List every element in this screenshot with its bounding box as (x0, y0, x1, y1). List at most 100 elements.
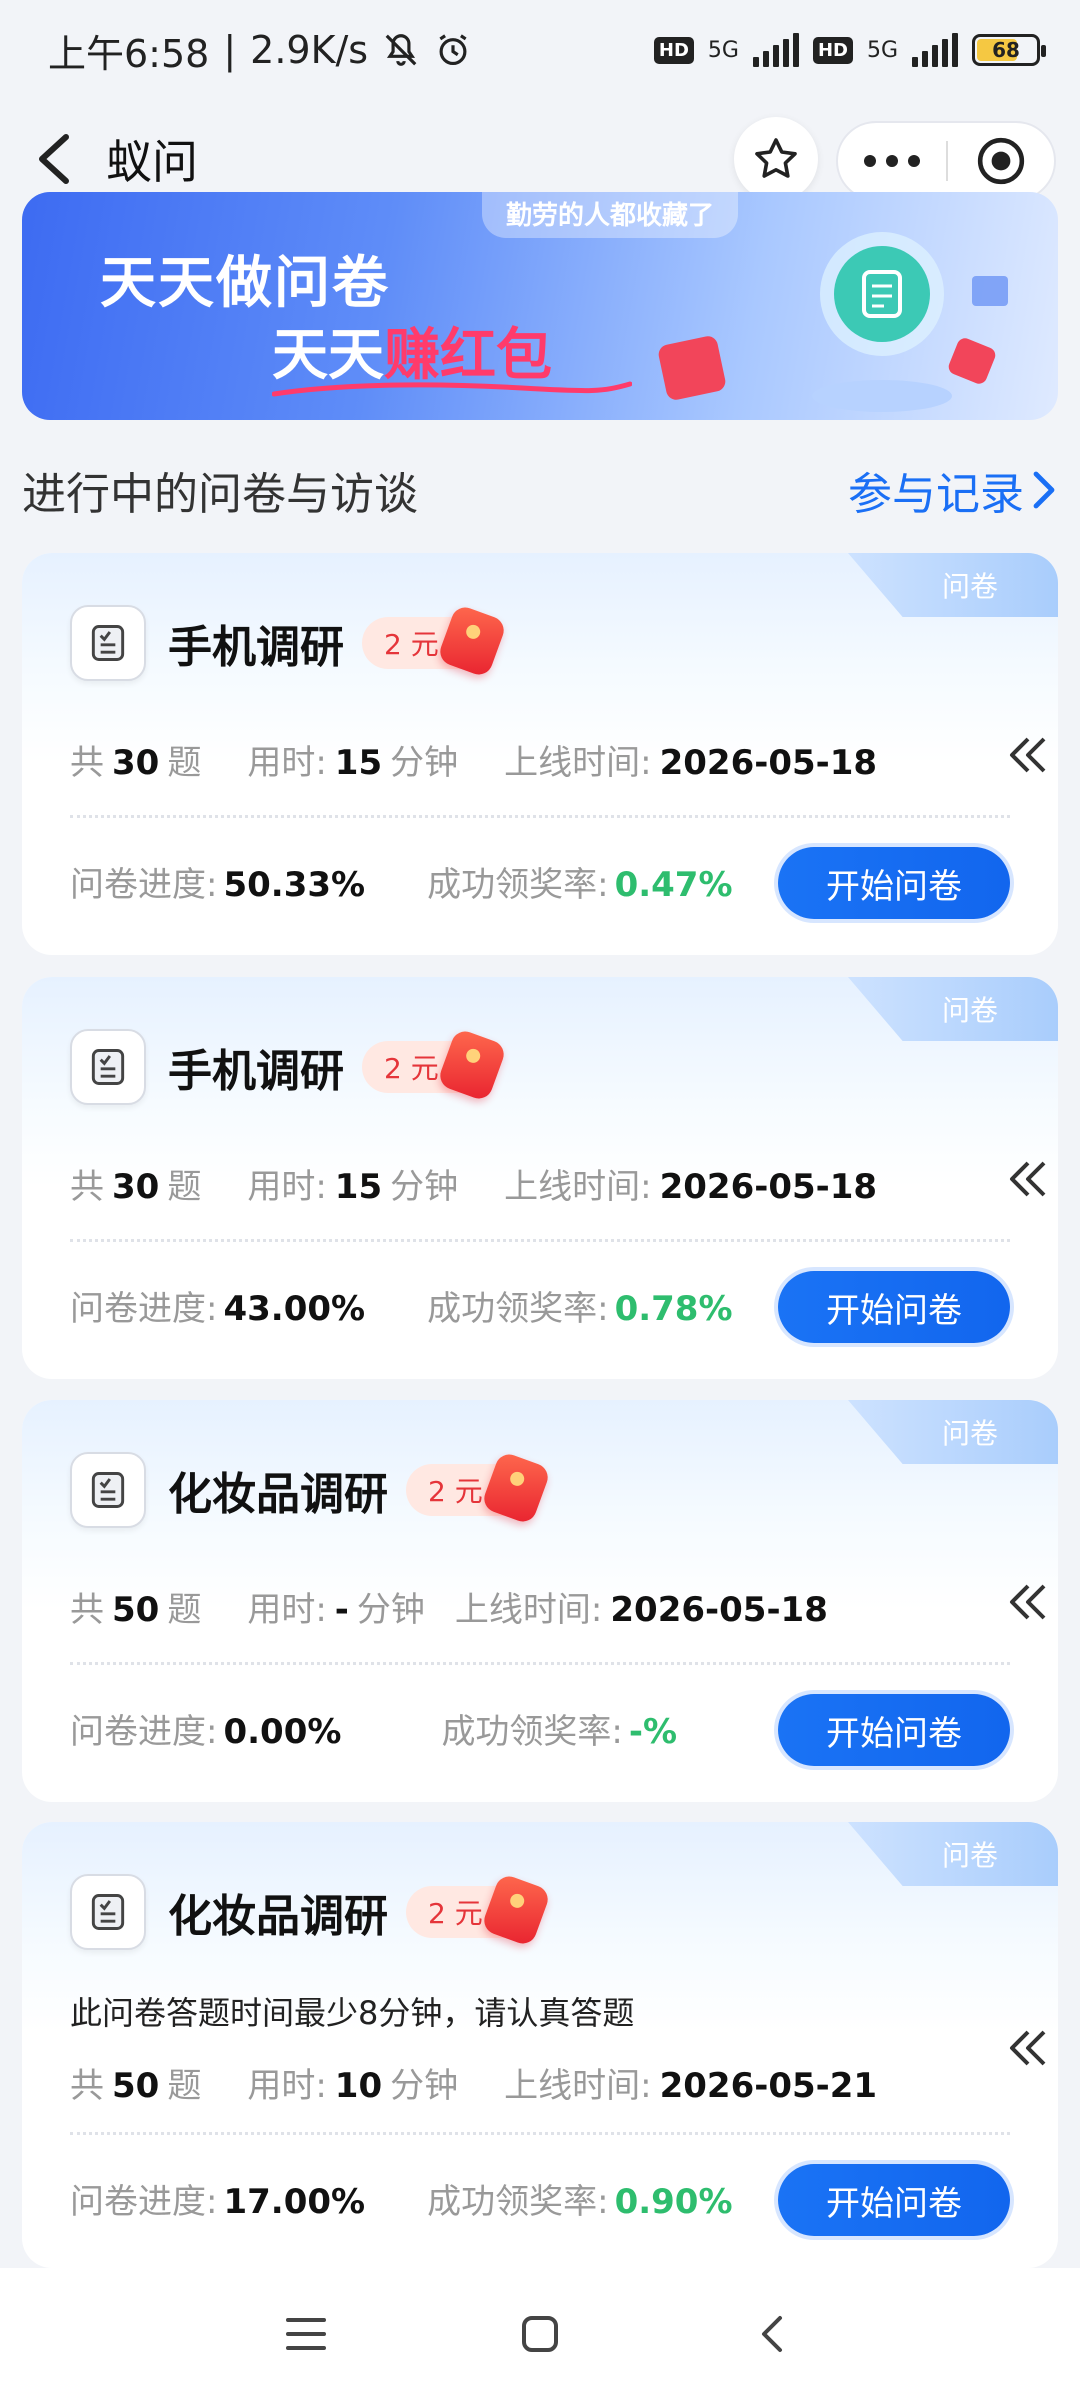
hd-badge-1: HD (653, 36, 694, 64)
status-bar: 上午6:58 | 2.9K/s HD 5G HD 5G 68 (0, 0, 1080, 100)
survey-card[interactable]: 问卷 手机调研 2 元 共 30 题 用时: 15 分钟 上线时间: 2026-05-18… (22, 553, 1058, 955)
favorite-button[interactable] (734, 117, 818, 201)
card-divider (70, 815, 1010, 818)
survey-meta: 共 50 题 用时: - 分钟 上线时间: 2026-05-18 (70, 1582, 836, 1631)
total-suffix: 题 (167, 743, 202, 783)
banner-headline: 天天做问卷 (100, 251, 390, 316)
more-button[interactable] (838, 155, 946, 167)
survey-note: 此问卷答题时间最少8分钟，请认真答题 (70, 1994, 635, 2032)
survey-card[interactable]: 问卷 化妆品调研 2 元 此问卷答题时间最少8分钟，请认真答题 共 50 题 用时:… (22, 1822, 1058, 2268)
survey-doc-icon (70, 605, 146, 681)
progress-prefix: 问卷进度: (70, 1712, 218, 1752)
online-prefix: 上线时间: (504, 743, 652, 783)
question-count: 30 (112, 743, 160, 783)
start-survey-button[interactable]: 开始问卷 (778, 2164, 1010, 2236)
menu-icon[interactable] (284, 2312, 328, 2356)
status-time: 上午6:58 (48, 31, 210, 76)
signal-icon-1 (752, 33, 799, 67)
double-chevron-left-icon[interactable] (1006, 733, 1050, 777)
status-right: HD 5G HD 5G 68 (653, 33, 1046, 67)
section-title: 进行中的问卷与访谈 (22, 469, 418, 520)
survey-stats: 问卷进度: 0.00% 成功领奖率: -% (70, 1704, 677, 1753)
banner-line2-highlight: 赚红包 (384, 323, 552, 388)
reward-badge: 2 元 (362, 1027, 508, 1103)
total-prefix: 共 (70, 743, 104, 783)
back-triangle-icon[interactable] (752, 2312, 796, 2356)
survey-doc-icon (70, 1029, 146, 1105)
progress-value: 17.00% (223, 2182, 366, 2222)
banner-underline (272, 381, 632, 397)
survey-title: 化妆品调研 (168, 1891, 388, 1942)
participation-records-link[interactable]: 参与记录 (848, 458, 1058, 522)
rate-value: 0.90% (614, 2182, 733, 2222)
survey-meta: 共 30 题 用时: 15 分钟 上线时间: 2026-05-18 (70, 735, 885, 784)
start-survey-button[interactable]: 开始问卷 (778, 1694, 1010, 1766)
survey-title: 手机调研 (168, 1046, 344, 1097)
chevron-right-icon (1033, 471, 1055, 509)
section-header: 进行中的问卷与访谈 参与记录 (22, 455, 1058, 525)
rate-value: 0.47% (614, 865, 733, 905)
online-prefix: 上线时间: (454, 1590, 603, 1630)
online-date: 2026-05-18 (659, 743, 878, 783)
promo-banner[interactable]: 勤劳的人都收藏了 天天做问卷 天天赚红包 (22, 192, 1058, 420)
status-separator: | (223, 28, 237, 72)
progress-value: 43.00% (223, 1289, 366, 1329)
total-suffix: 题 (167, 1167, 202, 1207)
duration-minutes: 10 (334, 2066, 383, 2106)
duration-minutes: - (334, 1590, 349, 1630)
time-suffix: 分钟 (390, 2066, 459, 2106)
time-prefix: 用时: (247, 2066, 327, 2106)
rate-prefix: 成功领奖率: (427, 1289, 609, 1329)
time-prefix: 用时: (247, 1167, 327, 1207)
mute-bell-icon (385, 34, 417, 66)
star-icon (755, 138, 797, 178)
online-date: 2026-05-21 (659, 2066, 878, 2106)
survey-stats: 问卷进度: 50.33% 成功领奖率: 0.47% (70, 857, 733, 906)
online-prefix: 上线时间: (504, 2066, 652, 2106)
banner-pill: 勤劳的人都收藏了 (482, 192, 739, 238)
start-survey-button[interactable]: 开始问卷 (778, 1271, 1010, 1343)
survey-stats: 问卷进度: 17.00% 成功领奖率: 0.90% (70, 2174, 733, 2223)
status-speed: 2.9K/s (250, 28, 369, 72)
survey-illustration-icon (812, 232, 1008, 412)
survey-card[interactable]: 问卷 化妆品调研 2 元 共 50 题 用时: - 分钟 上线时间: 2026-05-18… (22, 1400, 1058, 1802)
total-prefix: 共 (70, 1590, 104, 1630)
back-button[interactable] (26, 131, 82, 187)
system-nav-bar (0, 2268, 1080, 2400)
total-suffix: 题 (167, 2066, 202, 2106)
survey-card[interactable]: 问卷 手机调研 2 元 共 30 题 用时: 15 分钟 上线时间: 2026-05-18… (22, 977, 1058, 1379)
hd-badge-2: HD (812, 36, 853, 64)
survey-doc-icon (70, 1452, 146, 1528)
total-suffix: 题 (167, 1590, 202, 1630)
time-prefix: 用时: (247, 743, 327, 783)
double-chevron-left-icon[interactable] (1006, 1157, 1050, 1201)
reward-badge: 2 元 (406, 1450, 552, 1526)
card-header: 化妆品调研 2 元 (70, 1450, 552, 1528)
survey-title: 化妆品调研 (168, 1469, 388, 1520)
start-survey-button[interactable]: 开始问卷 (778, 847, 1010, 919)
online-prefix: 上线时间: (504, 1167, 652, 1207)
records-link-label: 参与记录 (848, 469, 1024, 520)
time-suffix: 分钟 (356, 1590, 425, 1630)
banner-line2-prefix: 天天 (272, 323, 384, 388)
rate-prefix: 成功领奖率: (427, 2182, 609, 2222)
rate-value: -% (628, 1712, 678, 1752)
battery-level: 68 (992, 38, 1020, 62)
progress-value: 0.00% (223, 1712, 342, 1752)
rate-value: 0.78% (614, 1289, 733, 1329)
double-chevron-left-icon[interactable] (1006, 2026, 1050, 2070)
online-date: 2026-05-18 (659, 1167, 878, 1207)
survey-doc-icon (70, 1874, 146, 1950)
battery-icon: 68 (972, 34, 1046, 66)
duration-minutes: 15 (334, 743, 383, 783)
card-divider (70, 1662, 1010, 1665)
double-chevron-left-icon[interactable] (1006, 1580, 1050, 1624)
question-count: 50 (112, 1590, 160, 1630)
home-square-icon[interactable] (518, 2312, 562, 2356)
status-left: 上午6:58 | 2.9K/s (48, 23, 472, 78)
online-date: 2026-05-18 (610, 1590, 828, 1630)
close-miniprogram-button[interactable] (948, 136, 1054, 186)
rate-prefix: 成功领奖率: (441, 1712, 623, 1752)
reward-badge: 2 元 (406, 1872, 552, 1948)
page-title: 蚁问 (106, 135, 198, 189)
